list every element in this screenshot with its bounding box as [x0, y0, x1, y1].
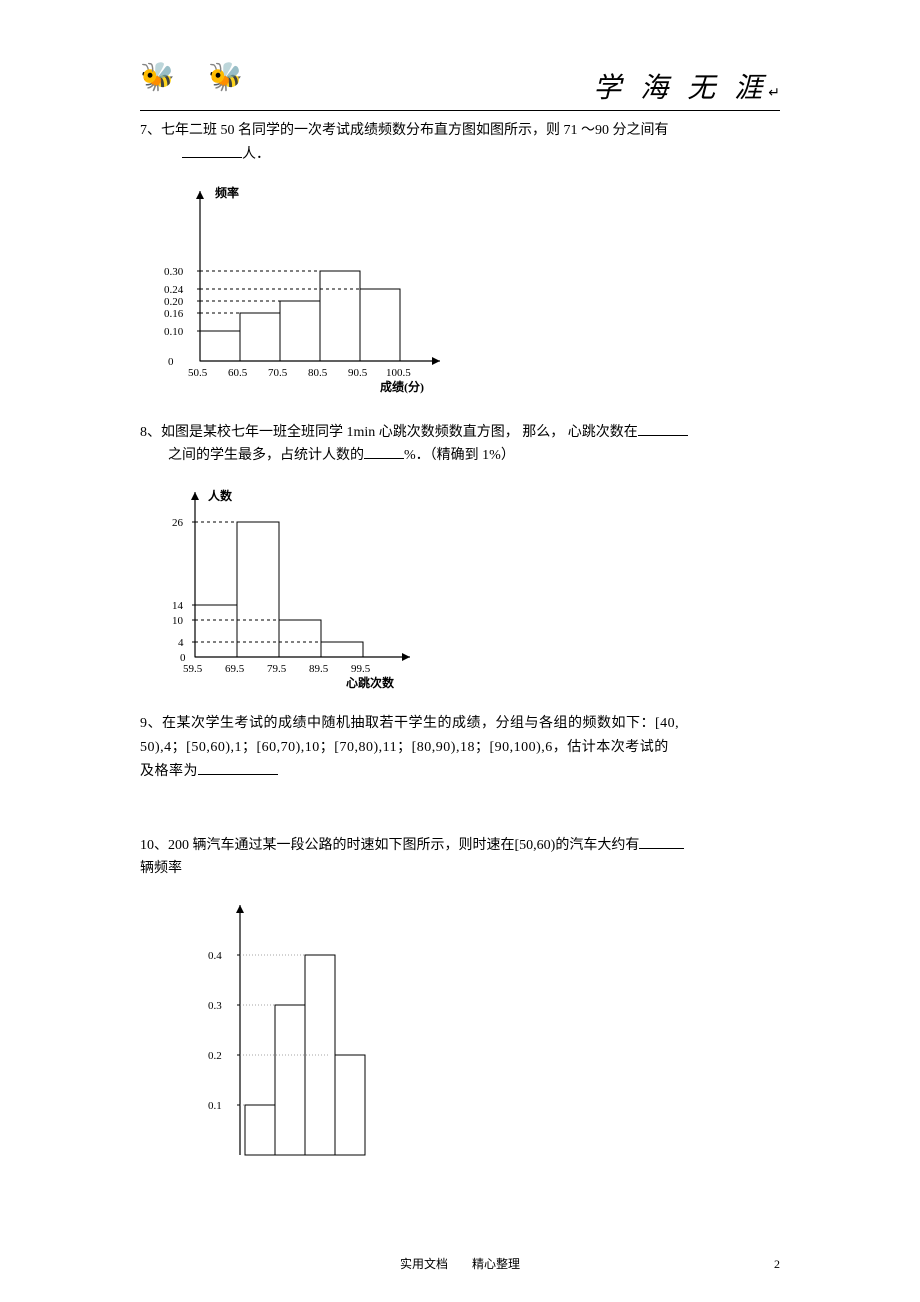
question-7: 7、七年二班 50 名同学的一次考试成绩频数分布直方图如图所示，则 71 ～90… — [140, 119, 780, 167]
svg-text:0.10: 0.10 — [164, 326, 184, 338]
svg-text:0: 0 — [168, 356, 174, 368]
svg-text:59.5: 59.5 — [183, 663, 203, 675]
q10-num: 10 — [140, 838, 154, 853]
q7-bars — [200, 271, 400, 361]
svg-text:4: 4 — [178, 637, 184, 649]
q8-blank-2 — [364, 444, 404, 459]
svg-text:99.5: 99.5 — [351, 663, 371, 675]
q9-num: 9 — [140, 716, 148, 731]
page: 🐝 🐝 学 海 无 涯↵ 7、七年二班 50 名同学的一次考试成绩频数分布直方图… — [0, 0, 920, 1302]
svg-text:80.5: 80.5 — [308, 367, 328, 379]
svg-text:26: 26 — [172, 517, 184, 529]
q8-yticks: 0 4 10 14 26 — [172, 517, 195, 664]
svg-text:0.24: 0.24 — [164, 284, 184, 296]
chart-q7: 频率 0 0.10 0.16 0.20 0.24 0.30 — [150, 181, 780, 401]
footer-right: 精心整理 — [472, 1257, 520, 1271]
chart-q10: 0.1 0.2 0.3 0.4 — [180, 895, 780, 1175]
q8-xlabel: 心跳次数 — [346, 675, 395, 690]
q8-text-b: 之间的学生最多，占统计人数的 — [168, 448, 364, 463]
q8-text-a: 、如图是某校七年一班全班同学 1min 心跳次数频数直方图， 那么， 心跳次数在 — [147, 425, 638, 440]
svg-text:100.5: 100.5 — [386, 367, 411, 379]
svg-text:90.5: 90.5 — [348, 367, 368, 379]
svg-text:0.4: 0.4 — [208, 950, 222, 962]
page-footer: 实用文档 精心整理 2 — [140, 1255, 780, 1272]
svg-text:69.5: 69.5 — [225, 663, 245, 675]
q10-range: [50,60) — [515, 838, 556, 853]
q7-text-a: 、七年二班 50 名同学的一次考试成绩频数分布直方图如图所示，则 71 ～90 … — [147, 123, 669, 138]
q10-yticks: 0.1 0.2 0.3 0.4 — [208, 950, 240, 1112]
q8-ylabel: 人数 — [208, 488, 233, 503]
q10-text-a: 、200 辆汽车通过某一段公路的时速如下图所示，则时速在 — [154, 838, 515, 853]
svg-text:70.5: 70.5 — [268, 367, 288, 379]
page-header: 🐝 🐝 学 海 无 涯↵ — [140, 60, 780, 111]
svg-text:0.3: 0.3 — [208, 1000, 222, 1012]
q8-blank-1 — [638, 421, 688, 436]
q8-xticks: 59.5 69.5 79.5 89.5 99.5 — [183, 663, 371, 675]
motto-text: 学 海 无 涯 — [593, 73, 768, 104]
q10-blank — [639, 834, 684, 849]
svg-text:79.5: 79.5 — [267, 663, 287, 675]
bee-icon-2: 🐝 — [208, 60, 243, 94]
svg-text:14: 14 — [172, 600, 184, 612]
q10-histogram: 0.1 0.2 0.3 0.4 — [180, 895, 440, 1175]
page-number: 2 — [774, 1257, 780, 1272]
svg-text:50.5: 50.5 — [188, 367, 208, 379]
q8-bars — [195, 522, 363, 657]
q10-bars — [245, 955, 365, 1155]
q8-histogram: 人数 0 4 10 14 26 59.5 69 — [150, 482, 430, 692]
chart-q8: 人数 0 4 10 14 26 59.5 69 — [150, 482, 780, 692]
svg-text:10: 10 — [172, 615, 184, 627]
question-10: 10、200 辆汽车通过某一段公路的时速如下图所示，则时速在[50,60)的汽车… — [140, 834, 780, 882]
q10-text-c: 辆频率 — [140, 861, 182, 876]
q7-xticks: 50.5 60.5 70.5 80.5 90.5 100.5 — [188, 367, 411, 379]
q9-text-c: 及格率为 — [140, 764, 198, 779]
q7-yticks: 0 0.10 0.16 0.20 0.24 0.30 — [164, 266, 200, 368]
q8-text-c: %．（精确到 1%） — [404, 448, 515, 463]
q9-blank — [198, 760, 278, 775]
svg-text:0.2: 0.2 — [208, 1050, 222, 1062]
q7-ylabel: 频率 — [215, 185, 239, 200]
bee-icon-1: 🐝 — [140, 60, 175, 94]
question-8: 8、如图是某校七年一班全班同学 1min 心跳次数频数直方图， 那么， 心跳次数… — [140, 421, 780, 469]
svg-text:0.30: 0.30 — [164, 266, 184, 278]
motto-suffix: ↵ — [768, 86, 780, 101]
q7-xlabel: 成绩(分) — [380, 379, 424, 394]
svg-text:60.5: 60.5 — [228, 367, 248, 379]
q7-text-b: 人． — [242, 147, 270, 162]
svg-text:89.5: 89.5 — [309, 663, 329, 675]
svg-text:0.20: 0.20 — [164, 296, 184, 308]
q8-num: 8 — [140, 425, 147, 440]
question-9: 9、在某次学生考试的成绩中随机抽取若干学生的成绩，分组与各组的频数如下：[40,… — [140, 712, 780, 783]
q9-text-a: 、在某次学生考试的成绩中随机抽取若干学生的成绩，分组与各组的频数如下：[40, — [148, 716, 680, 731]
q10-text-b: 的汽车大约有 — [555, 838, 639, 853]
q9-text-b: 50),4；[50,60),1；[60,70),10；[70,80),11；[8… — [140, 740, 669, 755]
svg-text:0.1: 0.1 — [208, 1100, 222, 1112]
svg-text:0.16: 0.16 — [164, 308, 184, 320]
q7-num: 7 — [140, 123, 147, 138]
q7-blank — [182, 143, 242, 158]
footer-left: 实用文档 — [400, 1257, 448, 1271]
q7-histogram: 频率 0 0.10 0.16 0.20 0.24 0.30 — [150, 181, 450, 401]
header-motto: 学 海 无 涯↵ — [593, 66, 780, 106]
